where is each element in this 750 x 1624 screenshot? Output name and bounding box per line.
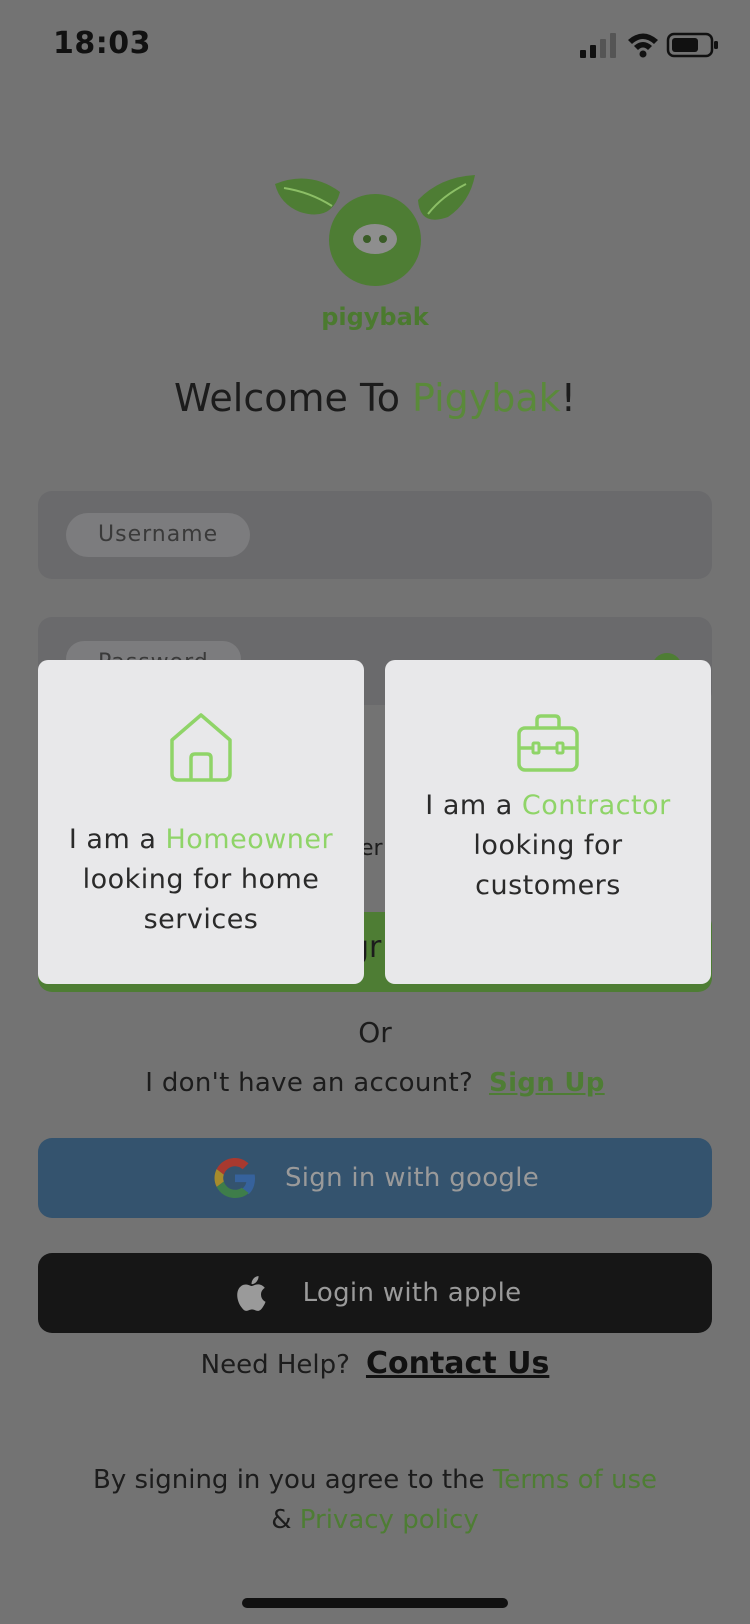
signup-link[interactable]: Sign Up <box>489 1068 605 1098</box>
wifi-icon <box>628 33 658 58</box>
battery-icon <box>666 32 718 58</box>
help-row: Need Help? Contact Us <box>0 1346 750 1381</box>
apple-login-button[interactable]: Login with apple <box>38 1253 712 1333</box>
status-time: 18:03 <box>53 26 151 61</box>
apple-icon <box>236 1276 266 1311</box>
contractor-role: Contractor <box>521 790 671 821</box>
apple-button-label: Login with apple <box>302 1278 522 1308</box>
homeowner-card-text: I am a Homeowner looking for home service… <box>68 824 334 935</box>
google-button-label: Sign in with google <box>284 1163 540 1193</box>
google-icon <box>214 1158 255 1198</box>
homeowner-card[interactable]: I am a Homeowner looking for home service… <box>38 660 364 984</box>
username-label: Username <box>66 513 251 557</box>
status-icons <box>580 32 718 58</box>
brand-name: Pigybak <box>412 376 561 420</box>
signup-row: I don't have an account? Sign Up <box>0 1068 750 1098</box>
terms-text: By signing in you agree to the Terms of … <box>92 1465 657 1535</box>
contractor-card-text: I am a Contractor looking for customers <box>425 790 671 901</box>
or-divider: Or <box>358 1016 392 1049</box>
signup-prompt: I don't have an account? <box>145 1068 474 1098</box>
briefcase-icon <box>517 714 579 772</box>
house-icon <box>170 713 232 782</box>
username-field[interactable]: Username <box>38 491 712 579</box>
privacy-policy-link[interactable]: Privacy policy <box>300 1505 479 1535</box>
homeowner-role: Homeowner <box>165 824 334 855</box>
contractor-card[interactable]: I am a Contractor looking for customers <box>385 660 711 984</box>
terms-of-use-link[interactable]: Terms of use <box>493 1465 657 1495</box>
help-prompt: Need Help? <box>200 1350 350 1380</box>
contact-us-link[interactable]: Contact Us <box>366 1346 549 1381</box>
logo-text: pigybak <box>321 303 429 331</box>
home-indicator[interactable] <box>242 1598 508 1608</box>
cellular-signal-icon <box>580 33 616 58</box>
google-signin-button[interactable]: Sign in with google <box>38 1138 712 1218</box>
welcome-title: Welcome To Pigybak! <box>174 376 576 420</box>
